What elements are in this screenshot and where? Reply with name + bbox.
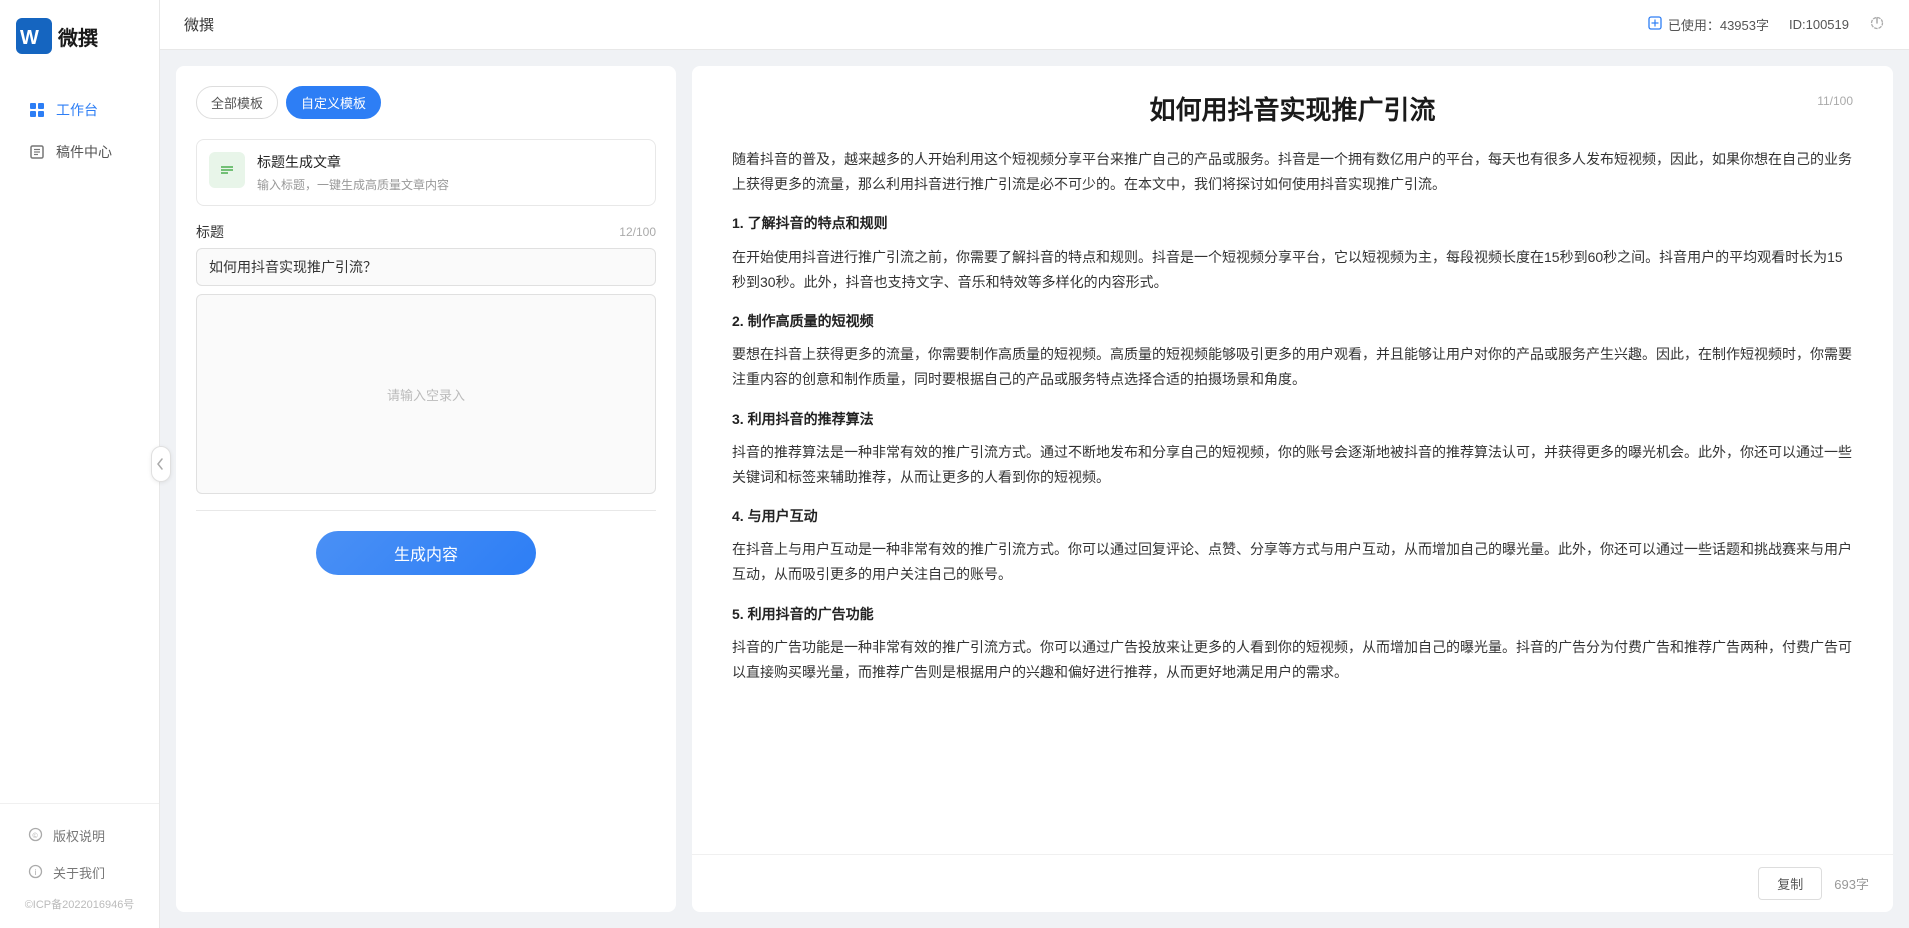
svg-text:W: W [20,27,39,49]
usage-label: 已使用：43953字 [1668,15,1769,34]
article-paragraph: 在开始使用抖音进行推广引流之前，你需要了解抖音的特点和规则。抖音是一个短视频分享… [732,245,1853,295]
title-input[interactable] [196,248,656,286]
article-paragraph: 3. 利用抖音的推荐算法 [732,407,1853,432]
copyright-icon: © [28,827,43,845]
article-paragraph: 5. 利用抖音的广告功能 [732,602,1853,627]
article-title: 如何用抖音实现推广引流 [732,90,1853,127]
template-tabs: 全部模板 自定义模板 [196,86,656,119]
divider [196,510,656,511]
article-paragraph: 在抖音上与用户互动是一种非常有效的推广引流方式。你可以通过回复评论、点赞、分享等… [732,537,1853,587]
usage-icon [1648,16,1662,33]
template-card-name: 标题生成文章 [257,152,449,172]
drafts-label: 稿件中心 [56,142,112,162]
sidebar-item-about[interactable]: i 关于我们 [8,855,151,890]
topbar-title: 微撰 [184,14,214,35]
article-header: 如何用抖音实现推广引流 11/100 [692,66,1893,139]
tab-custom-templates[interactable]: 自定义模板 [286,86,381,119]
workbench-label: 工作台 [56,100,98,120]
topbar: 微撰 已使用：43953字 ID:100519 [160,0,1909,50]
word-count: 693字 [1834,874,1869,893]
sidebar-item-copyright[interactable]: © 版权说明 [8,818,151,853]
sidebar: W 微撰 工作台 [0,0,160,928]
collapse-sidebar-button[interactable] [151,446,171,482]
article-paragraph: 随着抖音的普及，越来越多的人开始利用这个短视频分享平台来推广自己的产品或服务。抖… [732,147,1853,197]
article-paragraph: 抖音的推荐算法是一种非常有效的推广引流方式。通过不断地发布和分享自己的短视频，你… [732,440,1853,490]
sidebar-item-drafts[interactable]: 稿件中心 [8,132,151,172]
article-paragraph: 要想在抖音上获得更多的流量，你需要制作高质量的短视频。高质量的短视频能够吸引更多… [732,342,1853,392]
article-paragraph: 2. 制作高质量的短视频 [732,309,1853,334]
copy-button[interactable]: 复制 [1758,867,1822,900]
template-card[interactable]: 标题生成文章 输入标题，一键生成高质量文章内容 [196,139,656,206]
form-section: 标题 12/100 请输入空录入 [196,222,656,494]
left-panel: 全部模板 自定义模板 标题生成文章 输入标题，一键生成高质量文章内容 [176,66,676,912]
generate-button[interactable]: 生成内容 [316,531,536,575]
title-label-row: 标题 12/100 [196,222,656,242]
sidebar-nav: 工作台 稿件中心 [0,72,159,803]
article-paragraph: 4. 与用户互动 [732,504,1853,529]
svg-text:i: i [35,868,37,877]
topbar-right: 已使用：43953字 ID:100519 [1648,15,1885,34]
main-area: 微撰 已使用：43953字 ID:100519 [160,0,1909,928]
page-indicator: 11/100 [1817,94,1853,108]
id-label: ID:100519 [1789,17,1849,32]
about-label: 关于我们 [53,863,105,882]
logo-text: 微撰 [58,22,98,51]
content-area: 全部模板 自定义模板 标题生成文章 输入标题，一键生成高质量文章内容 [160,50,1909,928]
extra-placeholder-text: 请输入空录入 [387,385,465,404]
about-icon: i [28,864,43,882]
power-icon[interactable] [1869,15,1885,34]
sidebar-bottom: © 版权说明 i 关于我们 ©ICP备2022016946号 [0,803,159,928]
usage-info: 已使用：43953字 [1648,15,1769,34]
article-content: 随着抖音的普及，越来越多的人开始利用这个短视频分享平台来推广自己的产品或服务。抖… [692,139,1893,854]
icp-text: ©ICP备2022016946号 [0,892,159,920]
copyright-label: 版权说明 [53,826,105,845]
workbench-icon [28,101,46,119]
extra-input-area[interactable]: 请输入空录入 [196,294,656,494]
tab-all-templates[interactable]: 全部模板 [196,86,278,119]
template-card-info: 标题生成文章 输入标题，一键生成高质量文章内容 [257,152,449,193]
title-label: 标题 [196,222,224,242]
article-footer: 复制 693字 [692,854,1893,912]
title-counter: 12/100 [619,225,656,239]
right-panel: 如何用抖音实现推广引流 11/100 随着抖音的普及，越来越多的人开始利用这个短… [692,66,1893,912]
logo-area: W 微撰 [0,0,159,72]
article-paragraph: 抖音的广告功能是一种非常有效的推广引流方式。你可以通过广告投放来让更多的人看到你… [732,635,1853,685]
drafts-icon [28,143,46,161]
svg-text:©: © [33,832,39,840]
logo-icon: W [16,18,52,54]
sidebar-item-workbench[interactable]: 工作台 [8,90,151,130]
article-paragraph: 1. 了解抖音的特点和规则 [732,211,1853,236]
template-card-desc: 输入标题，一键生成高质量文章内容 [257,176,449,193]
template-card-icon [209,152,245,188]
